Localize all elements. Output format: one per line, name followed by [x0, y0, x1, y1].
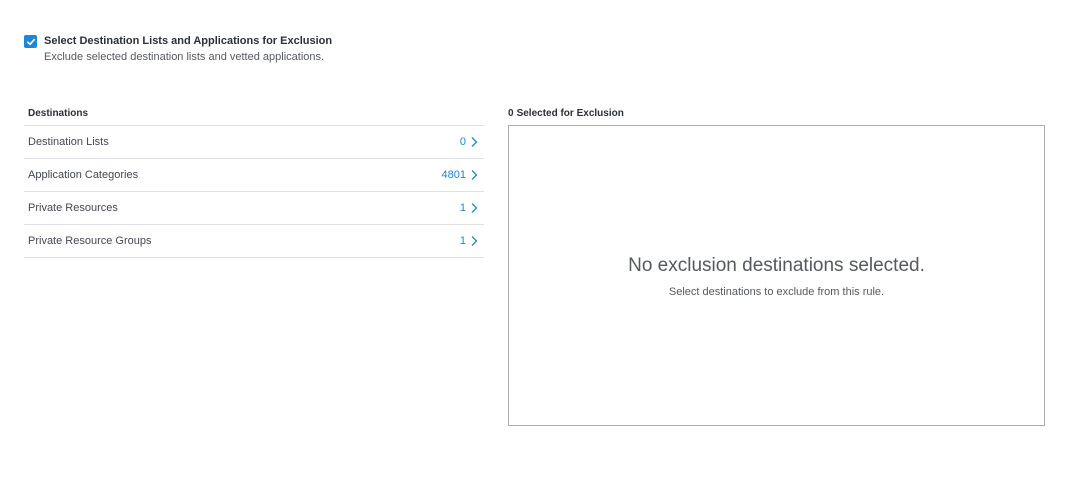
- destination-count: 1: [459, 202, 466, 214]
- chevron-right-icon: [470, 169, 478, 181]
- destination-row-application-categories[interactable]: Application Categories 4801: [24, 159, 484, 192]
- destinations-panel: Destinations Destination Lists 0 Applica…: [24, 107, 484, 258]
- selected-header-label: Selected for Exclusion: [516, 108, 624, 119]
- destination-count: 0: [459, 136, 466, 148]
- destination-count: 4801: [441, 169, 466, 181]
- check-icon: [26, 38, 35, 45]
- exclusion-checkbox[interactable]: [24, 35, 37, 48]
- selected-destinations-box: No exclusion destinations selected. Sele…: [508, 125, 1045, 426]
- destination-label: Destination Lists: [28, 136, 109, 148]
- selected-header: 0 Selected for Exclusion: [508, 107, 1045, 125]
- empty-state-description: Select destinations to exclude from this…: [668, 286, 885, 298]
- destination-label: Application Categories: [28, 169, 139, 181]
- destination-label: Private Resources: [28, 202, 118, 214]
- selected-panel: 0 Selected for Exclusion No exclusion de…: [508, 107, 1045, 426]
- chevron-right-icon: [470, 202, 478, 214]
- destinations-header: Destinations: [28, 108, 89, 119]
- exclusion-toggle[interactable]: Select Destination Lists and Application…: [24, 34, 332, 64]
- exclusion-description: Exclude selected destination lists and v…: [44, 51, 325, 63]
- destination-row-private-resource-groups[interactable]: Private Resource Groups 1: [24, 225, 484, 258]
- empty-state-title: No exclusion destinations selected.: [628, 255, 925, 276]
- chevron-right-icon: [470, 235, 478, 247]
- destination-row-private-resources[interactable]: Private Resources 1: [24, 192, 484, 225]
- destinations-list: Destination Lists 0 Application Categori…: [24, 125, 484, 258]
- exclusion-title: Select Destination Lists and Application…: [44, 35, 333, 47]
- chevron-right-icon: [470, 136, 478, 148]
- destination-count: 1: [459, 235, 466, 247]
- destination-label: Private Resource Groups: [28, 235, 152, 247]
- destination-row-destination-lists[interactable]: Destination Lists 0: [24, 126, 484, 159]
- selected-count: 0: [508, 108, 514, 119]
